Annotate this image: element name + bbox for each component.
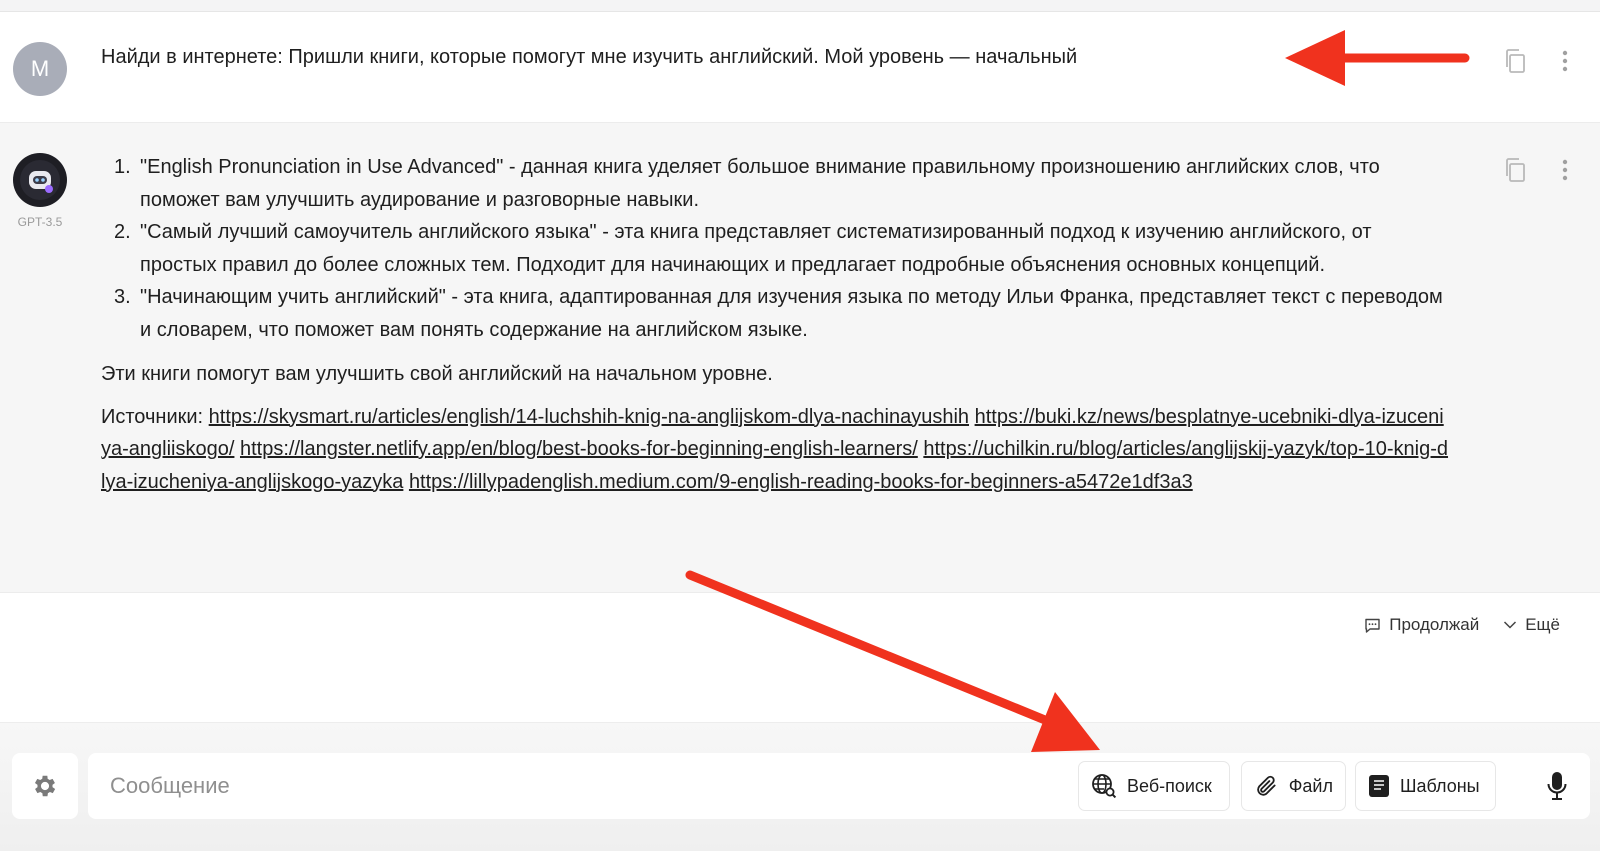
source-link[interactable]: https://skysmart.ru/articles/english/14-…	[209, 406, 969, 428]
file-label: Файл	[1288, 775, 1333, 796]
list-item-number: 3.	[114, 286, 131, 308]
globe-search-icon	[1092, 774, 1117, 799]
top-strip	[0, 0, 1600, 12]
chat-bubble-icon	[1365, 618, 1380, 633]
user-avatar-letter: M	[30, 56, 50, 81]
gear-icon	[34, 775, 56, 797]
user-message-text: Найди в интернете: Пришли книги, которые…	[101, 46, 1078, 68]
continue-button[interactable]: Продолжай	[1364, 615, 1479, 635]
copy-icon[interactable]	[1500, 46, 1530, 76]
microphone-icon	[1547, 772, 1567, 800]
file-button[interactable]: Файл	[1241, 761, 1346, 811]
sources: Источники: https://skysmart.ru/articles/…	[101, 401, 1451, 499]
list-item: 1. "English Pronunciation in Use Advance…	[101, 151, 1451, 216]
paperclip-icon	[1257, 775, 1276, 796]
response-actions: Продолжай Ещё	[1364, 612, 1560, 638]
message-composer: Веб-поиск Файл Шаблоны	[88, 753, 1590, 819]
document-icon	[1369, 775, 1389, 797]
settings-button[interactable]	[12, 753, 78, 819]
more-vertical-icon[interactable]	[1550, 46, 1580, 76]
user-avatar: M	[13, 42, 67, 96]
more-label: Ещё	[1525, 615, 1560, 634]
more-button[interactable]: Ещё	[1503, 615, 1560, 635]
chevron-down-icon	[1504, 621, 1517, 629]
source-link[interactable]: https://lillypadenglish.medium.com/9-eng…	[409, 471, 1193, 493]
templates-button[interactable]: Шаблоны	[1355, 761, 1496, 811]
model-label: GPT-3.5	[17, 215, 63, 229]
list-item-text: "Самый лучший самоучитель английского яз…	[140, 221, 1372, 276]
list-item: 2. "Самый лучший самоучитель английского…	[101, 216, 1451, 281]
continue-label: Продолжай	[1389, 615, 1480, 634]
composer-area: Веб-поиск Файл Шаблоны	[0, 722, 1600, 851]
list-item-text: "English Pronunciation in Use Advanced" …	[140, 156, 1380, 211]
web-search-button[interactable]: Веб-поиск	[1078, 761, 1230, 811]
microphone-button[interactable]	[1540, 769, 1574, 803]
sources-label: Источники:	[101, 405, 204, 428]
message-input[interactable]	[110, 753, 1050, 819]
web-search-label: Веб-поиск	[1127, 775, 1212, 796]
source-link[interactable]: https://langster.netlify.app/en/blog/bes…	[240, 438, 918, 460]
more-vertical-icon[interactable]	[1550, 155, 1580, 185]
robot-icon	[20, 160, 60, 200]
list-item-text: "Начинающим учить английский" - эта книг…	[140, 286, 1443, 341]
list-item: 3. "Начинающим учить английский" - эта к…	[101, 281, 1451, 346]
copy-icon[interactable]	[1500, 155, 1530, 185]
list-item-number: 2.	[114, 221, 131, 243]
user-message: M Найди в интернете: Пришли книги, котор…	[0, 12, 1600, 123]
list-item-number: 1.	[114, 156, 131, 178]
assistant-message-body: 1. "English Pronunciation in Use Advance…	[101, 151, 1451, 498]
assistant-message-actions	[1480, 155, 1600, 185]
summary-text: Эти книги помогут вам улучшить свой англ…	[101, 363, 773, 385]
user-message-actions	[1480, 46, 1600, 76]
assistant-avatar	[13, 153, 67, 207]
assistant-message: GPT-3.5 1. "English Pronunciation in Use…	[0, 123, 1600, 593]
templates-label: Шаблоны	[1400, 775, 1480, 796]
book-list: 1. "English Pronunciation in Use Advance…	[101, 151, 1451, 346]
